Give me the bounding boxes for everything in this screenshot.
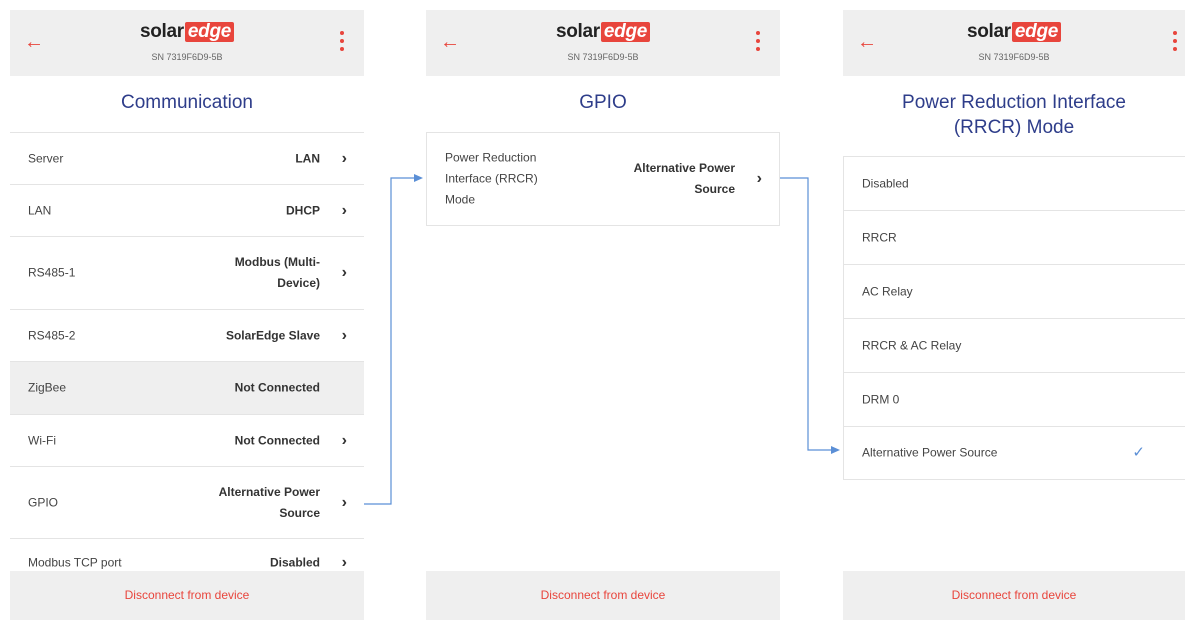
solaredge-logo: solar edge: [10, 21, 364, 43]
row-label: Server: [28, 151, 64, 165]
app-header: ← solar edge SN 7319F6D9-5B: [10, 10, 364, 76]
rrcr-mode-screen: ← solar edge SN 7319F6D9-5B Power Reducti…: [843, 10, 1185, 620]
app-header: ← solar edge SN 7319F6D9-5B: [843, 10, 1185, 76]
chevron-right-icon: ›: [341, 431, 347, 449]
serial-number: SN 7319F6D9-5B: [978, 52, 1050, 62]
option-label: DRM 0: [862, 392, 900, 406]
solaredge-logo: solar edge: [426, 21, 780, 43]
app-header: ← solar edge SN 7319F6D9-5B: [426, 10, 780, 76]
page-title: Communication: [121, 92, 253, 113]
row-zigbee[interactable]: ZigBee Not Connected: [10, 362, 364, 415]
option-label: Disabled: [862, 176, 909, 190]
chevron-right-icon: ›: [341, 149, 347, 167]
disconnect-button[interactable]: Disconnect from device: [843, 571, 1185, 620]
option-alternative-power-source[interactable]: Alternative Power Source ✓: [844, 427, 1185, 480]
row-value: Alternative Power Source: [633, 161, 735, 196]
gpio-screen: ← solar edge SN 7319F6D9-5B GPIO Power Re…: [426, 10, 780, 620]
solaredge-logo: solar edge: [843, 21, 1185, 43]
arrowhead-icon: [414, 174, 423, 182]
connector-detail-to-options: [780, 177, 833, 451]
chevron-right-icon: ›: [341, 201, 347, 219]
row-value: SolarEdge Slave: [225, 328, 320, 342]
options-list: Disabled RRCR AC Relay RRCR & AC Relay D…: [843, 156, 1185, 480]
row-lan[interactable]: LAN DHCP ›: [10, 185, 364, 237]
page-title: Power Reduction Interface (RRCR) Mode: [902, 92, 1126, 138]
row-label: RS485-2: [28, 328, 76, 342]
row-value: DHCP: [285, 203, 320, 217]
page-title: GPIO: [579, 92, 627, 113]
row-label: ZigBee: [28, 380, 67, 395]
row-gpio[interactable]: GPIO Alternative Power Source ›: [10, 467, 364, 539]
row-label: Wi-Fi: [28, 433, 56, 447]
settings-list: Server LAN › LAN DHCP › RS485-1 Modbus (…: [10, 132, 364, 587]
row-label: RS485-1: [28, 265, 76, 280]
row-rs485-1[interactable]: RS485-1 Modbus (Multi- Device) ›: [10, 237, 364, 310]
row-label: GPIO: [28, 495, 59, 509]
option-label: Alternative Power Source: [862, 445, 998, 460]
settings-list: Power Reduction Interface (RRCR) Mode Alte…: [426, 132, 780, 226]
option-rrcr[interactable]: RRCR: [844, 211, 1185, 265]
communication-screen: ← solar edge SN 7319F6D9-5B Communication…: [10, 10, 364, 620]
option-label: RRCR: [862, 230, 897, 244]
row-value: Not Connected: [234, 380, 320, 395]
serial-number: SN 7319F6D9-5B: [567, 52, 639, 62]
option-ac-relay[interactable]: AC Relay: [844, 265, 1185, 319]
row-value: Alternative Power Source: [218, 484, 320, 520]
chevron-right-icon: ›: [341, 326, 347, 344]
check-icon: ✓: [1132, 444, 1145, 461]
option-label: RRCR & AC Relay: [862, 338, 962, 352]
row-rrcr-mode[interactable]: Power Reduction Interface (RRCR) Mode Alte…: [427, 133, 779, 225]
row-label: LAN: [28, 203, 52, 217]
option-label: AC Relay: [862, 284, 913, 298]
option-disabled[interactable]: Disabled: [844, 157, 1185, 211]
arrowhead-icon: [831, 446, 840, 454]
more-vertical-icon[interactable]: [754, 31, 762, 53]
disconnect-button[interactable]: Disconnect from device: [426, 571, 780, 620]
chevron-right-icon: ›: [341, 554, 347, 571]
more-vertical-icon[interactable]: [338, 31, 346, 53]
row-rs485-2[interactable]: RS485-2 SolarEdge Slave ›: [10, 310, 364, 362]
row-value: Modbus (Multi- Device): [234, 255, 320, 290]
connector-gpio-to-detail: [364, 177, 416, 505]
disconnect-button[interactable]: Disconnect from device: [10, 571, 364, 620]
chevron-right-icon: ›: [341, 493, 347, 511]
row-value: LAN: [295, 151, 320, 165]
row-value: Not Connected: [234, 433, 320, 447]
more-vertical-icon[interactable]: [1171, 31, 1179, 53]
chevron-right-icon: ›: [341, 264, 347, 281]
option-drm-0[interactable]: DRM 0: [844, 373, 1185, 427]
row-label: Power Reduction Interface (RRCR) Mode: [445, 150, 538, 207]
row-wifi[interactable]: Wi-Fi Not Connected ›: [10, 415, 364, 467]
serial-number: SN 7319F6D9-5B: [151, 52, 223, 62]
chevron-right-icon: ›: [756, 170, 762, 187]
option-rrcr-ac-relay[interactable]: RRCR & AC Relay: [844, 319, 1185, 373]
row-server[interactable]: Server LAN ›: [10, 133, 364, 185]
